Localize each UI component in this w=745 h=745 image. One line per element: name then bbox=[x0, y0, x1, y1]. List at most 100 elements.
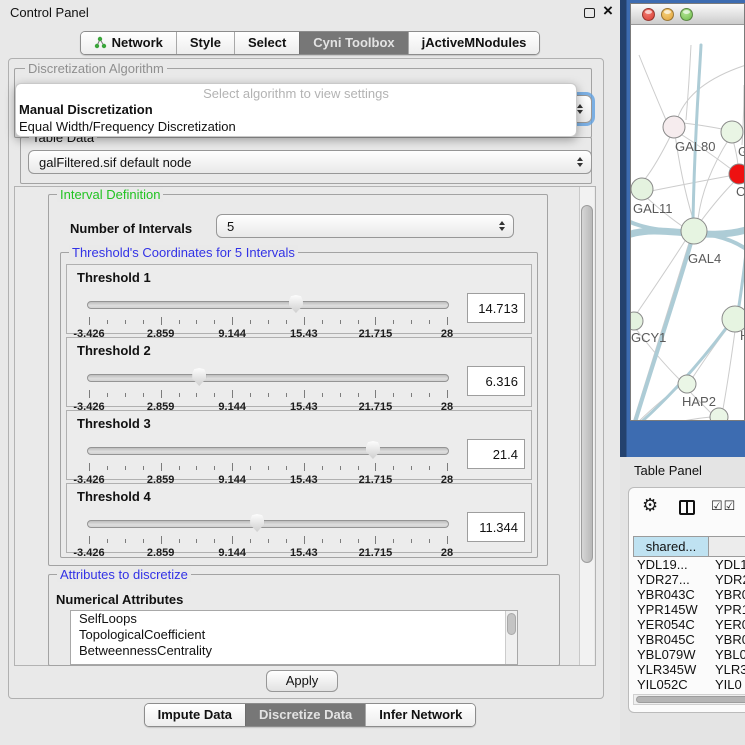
network-node-label: C bbox=[736, 184, 745, 199]
vertical-scrollbar[interactable] bbox=[579, 187, 594, 665]
network-view-window[interactable]: GAL80GALCGAL11GAL4GCY1HHAP2 bbox=[630, 3, 745, 421]
gear-icon[interactable]: ⚙ bbox=[642, 495, 658, 516]
tab-impute-data[interactable]: Impute Data bbox=[145, 704, 245, 726]
network-node[interactable] bbox=[729, 164, 745, 184]
table-panel: Table Panel ⚙ ☑☑ shared... na YDL19...YD… bbox=[620, 457, 745, 745]
attributes-items: SelfLoopsTopologicalCoefficientBetweenne… bbox=[71, 611, 517, 659]
tab-cyni-toolbox[interactable]: Cyni Toolbox bbox=[299, 32, 407, 54]
group-title: Attributes to discretize bbox=[57, 567, 191, 582]
network-node-label: H bbox=[740, 328, 745, 343]
tab-style[interactable]: Style bbox=[176, 32, 234, 54]
table-row[interactable]: YBL079WYBL0 bbox=[633, 647, 745, 662]
slider-ticks bbox=[89, 390, 447, 399]
network-node-label: GAL11 bbox=[633, 201, 673, 216]
node-table-card: ⚙ ☑☑ shared... na YDL19...YDL1YDR27...YD… bbox=[628, 487, 745, 713]
minimize-traffic-light-icon[interactable] bbox=[661, 8, 674, 21]
network-node[interactable] bbox=[681, 218, 707, 244]
network-node[interactable] bbox=[710, 408, 728, 421]
algorithm-hint: Select algorithm to view settings bbox=[16, 84, 576, 101]
table-row[interactable]: YDR27...YDR2 bbox=[633, 572, 745, 587]
network-node[interactable] bbox=[721, 121, 743, 143]
table-row[interactable]: YLR345WYLR3 bbox=[633, 662, 745, 677]
horizontal-scrollbar[interactable] bbox=[633, 694, 745, 705]
combo-arrows-icon bbox=[499, 221, 505, 231]
panel-title: Control Panel bbox=[10, 5, 89, 20]
threshold-label: Threshold 3 bbox=[77, 416, 151, 431]
tab-discretize-data[interactable]: Discretize Data bbox=[245, 704, 365, 726]
group-title: Discretization Algorithm bbox=[25, 61, 167, 76]
table-row[interactable]: YIL052CYIL0 bbox=[633, 677, 745, 692]
table-data-combobox[interactable]: galFiltered.sif default node bbox=[28, 150, 592, 174]
slider-thumb[interactable] bbox=[250, 514, 264, 532]
tab-jactivemnodules[interactable]: jActiveMNodules bbox=[408, 32, 540, 54]
top-tab-bar: Network Style Select Cyni Toolbox jActiv… bbox=[0, 31, 620, 55]
node-table: shared... na YDL19...YDL1YDR27...YDR2YBR… bbox=[633, 536, 745, 692]
column-header-shared-name[interactable]: shared... bbox=[634, 537, 709, 556]
slider-track[interactable] bbox=[87, 447, 449, 455]
threshold-list: Threshold 1 -3.4262.8599.14415.4321.7152… bbox=[66, 264, 532, 556]
number-of-intervals-combobox[interactable]: 5 bbox=[216, 214, 514, 238]
screen: Control Panel × Network Style Select Cyn… bbox=[0, 0, 745, 745]
zoom-traffic-light-icon[interactable] bbox=[680, 8, 693, 21]
group-title: Interval Definition bbox=[57, 187, 163, 202]
network-node-label: GAL80 bbox=[675, 139, 715, 154]
close-traffic-light-icon[interactable] bbox=[642, 8, 655, 21]
float-window-icon[interactable] bbox=[584, 8, 595, 18]
tab-select[interactable]: Select bbox=[234, 32, 299, 54]
network-node[interactable] bbox=[663, 116, 685, 138]
list-item[interactable]: SelfLoops bbox=[71, 611, 517, 627]
list-scrollbar[interactable] bbox=[505, 611, 517, 664]
network-svg[interactable]: GAL80GALCGAL11GAL4GCY1HHAP2 bbox=[631, 25, 745, 421]
network-node-label: GAL bbox=[738, 144, 745, 159]
table-row[interactable]: YER054CYER0 bbox=[633, 617, 745, 632]
table-row[interactable]: YPR145WYPR1 bbox=[633, 602, 745, 617]
algorithm-dropdown-popup: Select algorithm to view settings Manual… bbox=[15, 83, 577, 137]
network-node-label: GAL4 bbox=[688, 251, 721, 266]
scrollbar-thumb[interactable] bbox=[581, 205, 593, 563]
close-icon[interactable]: × bbox=[603, 1, 613, 21]
network-window-titlebar bbox=[631, 4, 744, 25]
network-icon bbox=[94, 36, 107, 49]
table-row[interactable]: YDL19...YDL1 bbox=[633, 557, 745, 572]
slider-track[interactable] bbox=[87, 520, 449, 528]
attributes-listbox[interactable]: SelfLoopsTopologicalCoefficientBetweenne… bbox=[70, 610, 518, 665]
slider-thumb[interactable] bbox=[192, 368, 206, 386]
threshold-row: Threshold 4 -3.4262.8599.14415.4321.7152… bbox=[66, 483, 532, 553]
slider-ticks bbox=[89, 536, 447, 545]
threshold-value-field[interactable]: 11.344 bbox=[467, 512, 525, 542]
network-node[interactable] bbox=[631, 178, 653, 200]
network-node[interactable] bbox=[678, 375, 696, 393]
table-body: YDL19...YDL1YDR27...YDR2YBR043CYBR0YPR14… bbox=[633, 557, 745, 692]
table-row[interactable]: YBR043CYBR0 bbox=[633, 587, 745, 602]
network-node[interactable] bbox=[631, 312, 643, 330]
algorithm-option-equal-width[interactable]: Equal Width/Frequency Discretization bbox=[16, 118, 576, 135]
network-node-label: HAP2 bbox=[682, 394, 716, 409]
checkbox-icons[interactable]: ☑☑ bbox=[711, 498, 736, 514]
number-of-intervals-label: Number of Intervals bbox=[70, 221, 192, 236]
combo-arrows-icon bbox=[577, 157, 583, 167]
table-header-row: shared... na bbox=[633, 536, 745, 557]
slider-track[interactable] bbox=[87, 374, 449, 382]
slider-ticks bbox=[89, 317, 447, 326]
column-layout-icon[interactable] bbox=[679, 500, 695, 515]
scrollbar-thumb[interactable] bbox=[507, 613, 516, 635]
scrollbar-thumb[interactable] bbox=[636, 696, 745, 703]
table-row[interactable]: YBR045CYBR0 bbox=[633, 632, 745, 647]
tab-network[interactable]: Network bbox=[81, 32, 176, 54]
list-item[interactable]: BetweennessCentrality bbox=[71, 643, 517, 659]
list-item[interactable]: TopologicalCoefficient bbox=[71, 627, 517, 643]
table-panel-title: Table Panel bbox=[634, 463, 702, 478]
apply-button[interactable]: Apply bbox=[266, 670, 338, 692]
group-title: Threshold's Coordinates for 5 Intervals bbox=[69, 245, 298, 260]
column-header-name[interactable]: na bbox=[709, 537, 745, 556]
threshold-value-field[interactable]: 6.316 bbox=[467, 366, 525, 396]
combo-arrows-icon bbox=[577, 104, 583, 114]
threshold-label: Threshold 2 bbox=[77, 343, 151, 358]
algorithm-option-manual[interactable]: Manual Discretization bbox=[16, 101, 576, 118]
slider-thumb[interactable] bbox=[289, 295, 303, 313]
slider-track[interactable] bbox=[87, 301, 449, 309]
tab-infer-network[interactable]: Infer Network bbox=[365, 704, 475, 726]
threshold-value-field[interactable]: 21.4 bbox=[467, 439, 525, 469]
slider-thumb[interactable] bbox=[366, 441, 380, 459]
threshold-value-field[interactable]: 14.713 bbox=[467, 293, 525, 323]
